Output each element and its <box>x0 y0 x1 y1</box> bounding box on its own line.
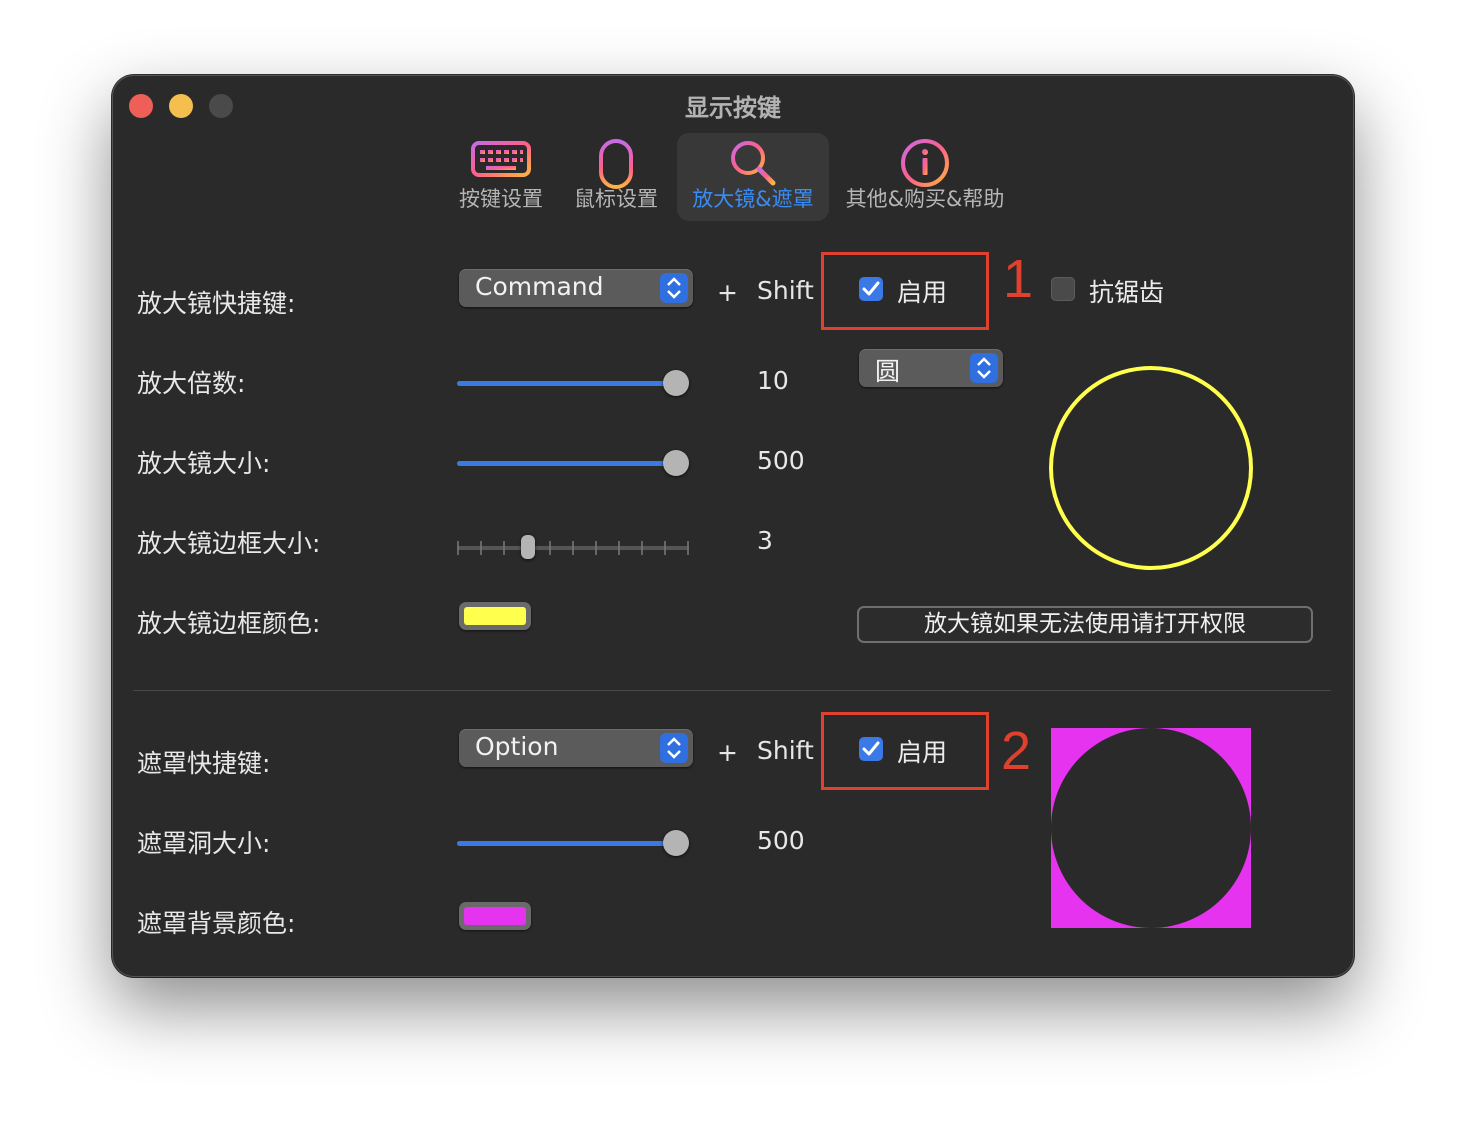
annotation-box-2 <box>821 712 989 790</box>
mask-hole-size-slider[interactable] <box>457 830 689 856</box>
magnifier-preview-circle <box>1049 366 1253 570</box>
info-icon <box>901 139 949 187</box>
annotation-box-1 <box>821 252 989 330</box>
color-swatch <box>464 607 526 625</box>
chevron-updown-icon <box>970 353 998 383</box>
zoom-label: 放大倍数: <box>137 369 246 398</box>
magnifier-modifier-popup[interactable]: Command <box>459 269 693 307</box>
slider-knob[interactable] <box>663 370 689 396</box>
slider-knob[interactable] <box>663 830 689 856</box>
mask-shortcut-label: 遮罩快捷键: <box>137 749 271 778</box>
antialias-checkbox[interactable] <box>1051 277 1075 301</box>
popup-value: Command <box>475 272 604 301</box>
tab-mouse-settings[interactable]: 鼠标设置 <box>563 133 669 221</box>
slider-fill <box>457 461 667 466</box>
popup-value: Option <box>475 732 559 761</box>
border-color-label: 放大镜边框颜色: <box>137 609 321 638</box>
mask-bg-color-label: 遮罩背景颜色: <box>137 909 296 938</box>
magnifier-size-slider[interactable] <box>457 450 689 476</box>
shape-popup[interactable]: 圆 <box>859 349 1003 387</box>
antialias-label: 抗锯齿 <box>1089 278 1165 307</box>
chevron-updown-icon <box>660 273 688 303</box>
border-color-well[interactable] <box>459 602 531 630</box>
tab-key-settings[interactable]: 按键设置 <box>443 133 559 221</box>
mask-preview <box>1051 728 1251 928</box>
slider-knob[interactable] <box>663 450 689 476</box>
shift-label: Shift <box>757 276 814 305</box>
slider-fill <box>457 381 667 386</box>
border-size-value: 3 <box>757 526 773 555</box>
magnifier-size-value: 500 <box>757 446 805 475</box>
tab-other-help[interactable]: 其他&购买&帮助 <box>837 133 1013 221</box>
border-size-slider[interactable] <box>457 535 689 559</box>
annotation-number-1: 1 <box>1003 249 1034 309</box>
annotation-number-2: 2 <box>1001 721 1032 781</box>
shift-label: Shift <box>757 736 814 765</box>
tab-label: 鼠标设置 <box>574 187 658 211</box>
tab-label: 放大镜&遮罩 <box>692 187 814 211</box>
chevron-updown-icon <box>660 733 688 763</box>
section-divider <box>133 690 1331 691</box>
mask-modifier-popup[interactable]: Option <box>459 729 693 767</box>
open-permission-button[interactable]: 放大镜如果无法使用请打开权限 <box>857 606 1313 643</box>
magnifier-size-label: 放大镜大小: <box>137 449 271 478</box>
mask-hole-size-label: 遮罩洞大小: <box>137 829 271 858</box>
slider-fill <box>457 841 667 846</box>
settings-window: 显示按键 按键设置 鼠标设置 放大镜&遮罩 其他&购买&帮助 放大镜快捷键: C… <box>112 75 1354 977</box>
plus-sign: + <box>717 738 738 767</box>
popup-value: 圆 <box>875 357 901 386</box>
zoom-value: 10 <box>757 366 789 395</box>
keyboard-icon <box>471 141 531 177</box>
magnifier-icon <box>731 141 776 186</box>
magnifier-shortcut-label: 放大镜快捷键: <box>137 289 296 318</box>
slider-knob[interactable] <box>521 535 535 559</box>
mask-bg-color-well[interactable] <box>459 902 531 930</box>
tab-magnifier-mask[interactable]: 放大镜&遮罩 <box>677 133 829 221</box>
tab-label: 其他&购买&帮助 <box>845 187 1005 211</box>
tab-label: 按键设置 <box>459 187 543 211</box>
zoom-slider[interactable] <box>457 370 689 396</box>
plus-sign: + <box>717 278 738 307</box>
border-size-label: 放大镜边框大小: <box>137 529 321 558</box>
window-title: 显示按键 <box>685 94 781 122</box>
mask-hole-size-value: 500 <box>757 826 805 855</box>
color-swatch <box>464 907 526 925</box>
